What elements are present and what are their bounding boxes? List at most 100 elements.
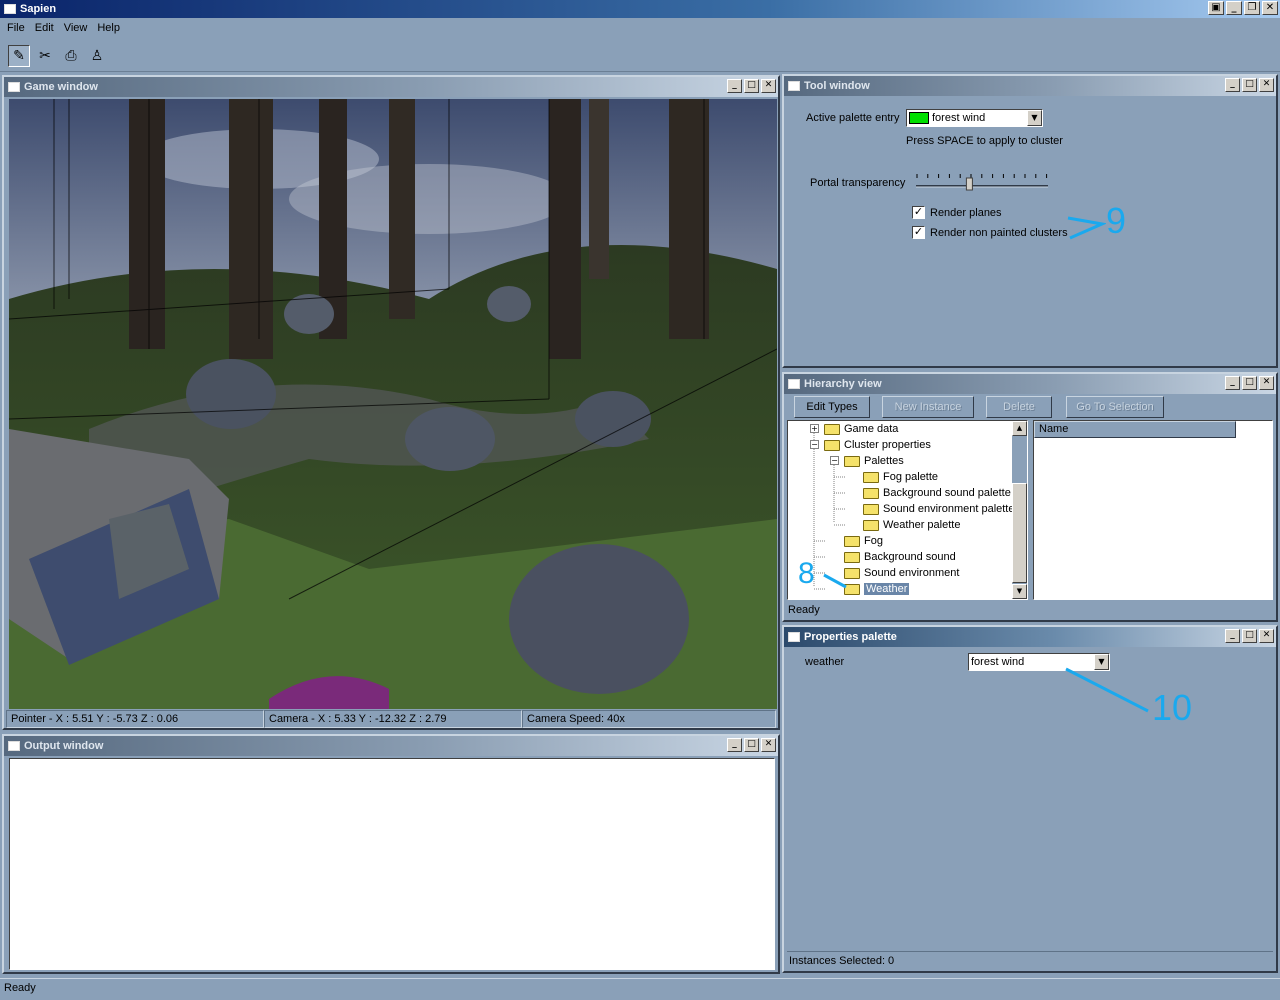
delete-button[interactable]: Delete <box>986 396 1052 418</box>
close-button[interactable]: ✕ <box>761 79 776 93</box>
annotation-10: 10 <box>1152 687 1193 728</box>
tree-item-palettes[interactable]: Palettes <box>844 453 904 469</box>
pencil-icon[interactable]: ✎ <box>8 44 30 67</box>
tree-item-label: Weather palette <box>883 519 961 531</box>
maximize-button[interactable]: □ <box>1242 629 1257 643</box>
window-icon <box>8 741 20 751</box>
output-window-titlebar[interactable]: Output window _ □ ✕ <box>4 736 778 756</box>
new-instance-button[interactable]: New Instance <box>882 396 974 418</box>
person-icon[interactable]: ♙ <box>86 45 108 67</box>
pointer-coordinates: Pointer - X : 5.51 Y : -5.73 Z : 0.06 <box>6 710 264 728</box>
palette-combo[interactable]: forest wind ▼ <box>906 109 1043 127</box>
tree-item-weather[interactable]: Weather <box>844 581 910 597</box>
collapse-icon[interactable]: − <box>830 456 839 465</box>
close-button[interactable]: ✕ <box>1262 1 1278 15</box>
folder-open-icon <box>844 455 860 467</box>
hierarchy-titlebar[interactable]: Hierarchy view _ □ ✕ <box>784 374 1276 394</box>
3d-viewport[interactable] <box>9 99 777 709</box>
tree-item-fog-palette[interactable]: Fog palette <box>863 469 938 485</box>
render-non-painted-checkbox[interactable]: ✓ Render non painted clusters <box>912 226 1068 239</box>
annotation-8: 8 <box>798 557 815 590</box>
close-button[interactable]: ✕ <box>761 738 776 752</box>
instance-list[interactable]: Name <box>1033 420 1273 600</box>
go-to-selection-button[interactable]: Go To Selection <box>1066 396 1164 418</box>
menu-edit[interactable]: Edit <box>30 22 59 34</box>
maximize-button[interactable]: □ <box>1242 78 1257 92</box>
minimize-button[interactable]: _ <box>727 738 742 752</box>
folder-icon <box>863 519 879 531</box>
game-window-titlebar[interactable]: Game window _ □ ✕ <box>4 77 778 97</box>
expand-icon[interactable]: + <box>810 424 819 433</box>
edit-types-button[interactable]: Edit Types <box>794 396 870 418</box>
scissors-icon[interactable]: ✂ <box>34 45 56 67</box>
folder-icon <box>844 535 860 547</box>
minimize-button[interactable]: _ <box>1225 629 1240 643</box>
tree-item-label: Sound environment <box>864 567 960 579</box>
check-icon: ✓ <box>912 225 925 239</box>
tree-scrollbar[interactable]: ▲ ▼ <box>1012 421 1027 599</box>
properties-window: Properties palette _ □ ✕ weather forest … <box>782 625 1278 973</box>
restore-button[interactable]: ❐ <box>1244 1 1260 15</box>
tree-item-sound-environment-palette[interactable]: Sound environment palette <box>863 501 1014 517</box>
palette-hint: Press SPACE to apply to cluster <box>906 135 1063 147</box>
render-planes-label: Render planes <box>930 206 1002 219</box>
minimize-button[interactable]: _ <box>727 79 742 93</box>
hierarchy-tree[interactable]: + − − Game data Cluster properties Palet… <box>787 420 1028 600</box>
folder-icon <box>863 471 879 483</box>
slider-track <box>916 174 1048 191</box>
tree-item-label: Fog <box>864 535 883 547</box>
tree-item-game-data[interactable]: Game data <box>824 421 898 437</box>
app-icon <box>4 4 16 14</box>
chevron-down-icon[interactable]: ▼ <box>1027 110 1042 126</box>
close-button[interactable]: ✕ <box>1259 376 1274 390</box>
minimize-button[interactable]: _ <box>1225 78 1240 92</box>
tile-icon[interactable]: ▣ <box>1208 1 1224 15</box>
scroll-down-icon[interactable]: ▼ <box>1012 584 1027 599</box>
output-text-area[interactable] <box>9 758 775 970</box>
folder-open-icon <box>824 439 840 451</box>
render-planes-checkbox[interactable]: ✓ Render planes <box>912 206 1002 219</box>
tree-item-cluster-properties[interactable]: Cluster properties <box>824 437 931 453</box>
close-button[interactable]: ✕ <box>1259 629 1274 643</box>
scroll-up-icon[interactable]: ▲ <box>1012 421 1027 436</box>
close-button[interactable]: ✕ <box>1259 78 1274 92</box>
annotation-arrow-9 <box>1067 216 1106 240</box>
folder-icon <box>844 551 860 563</box>
collapse-icon[interactable]: − <box>810 440 819 449</box>
tree-item-background-sound[interactable]: Background sound <box>844 549 956 565</box>
properties-titlebar[interactable]: Properties palette _ □ ✕ <box>784 627 1276 647</box>
portal-slider[interactable] <box>914 172 1050 192</box>
tree-item-background-sound-palette[interactable]: Background sound palette <box>863 485 1011 501</box>
camera-coordinates: Camera - X : 5.33 Y : -12.32 Z : 2.79 <box>264 710 522 728</box>
tree-item-sound-environment[interactable]: Sound environment <box>844 565 959 581</box>
hierarchy-title: Hierarchy view <box>804 378 882 390</box>
minimize-button[interactable]: _ <box>1225 376 1240 390</box>
tree-item-label: Game data <box>844 423 899 435</box>
menu-help[interactable]: Help <box>92 22 125 34</box>
maximize-button[interactable]: □ <box>744 79 759 93</box>
scene-render <box>9 99 777 709</box>
tree-item-fog[interactable]: Fog <box>844 533 883 549</box>
minimize-button[interactable]: _ <box>1226 1 1242 15</box>
maximize-button[interactable]: □ <box>744 738 759 752</box>
camera-speed: Camera Speed: 40x <box>522 710 776 728</box>
tree-item-label: Sound environment palette <box>883 503 1015 515</box>
menu-file[interactable]: File <box>2 22 30 34</box>
camera-icon[interactable]: ⎙ <box>60 45 82 67</box>
app-status-bar: Ready <box>0 978 1280 1000</box>
tree-item-label: Cluster properties <box>844 439 931 451</box>
check-icon: ✓ <box>912 205 925 219</box>
window-icon <box>8 82 20 92</box>
tool-window-titlebar[interactable]: Tool window _ □ ✕ <box>784 76 1276 96</box>
tree-item-label: Background sound palette <box>883 487 1011 499</box>
window-icon <box>788 81 800 91</box>
weather-value: forest wind <box>971 656 1025 668</box>
properties-title: Properties palette <box>804 631 897 643</box>
maximize-button[interactable]: □ <box>1242 376 1257 390</box>
column-header-name[interactable]: Name <box>1034 421 1236 438</box>
tree-item-weather-palette[interactable]: Weather palette <box>863 517 960 533</box>
scroll-thumb[interactable] <box>1012 483 1027 583</box>
menu-view[interactable]: View <box>59 22 93 34</box>
portal-label: Portal transparency <box>810 177 906 189</box>
game-window-title: Game window <box>24 81 98 93</box>
